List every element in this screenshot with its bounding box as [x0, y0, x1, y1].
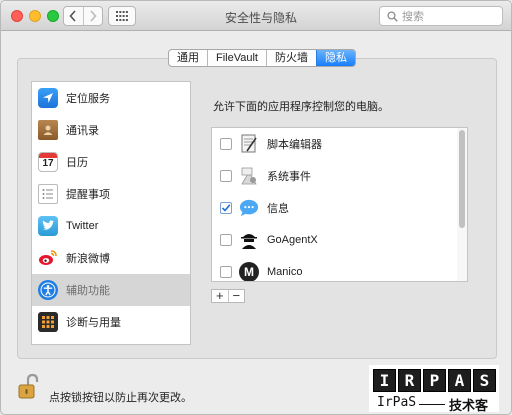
manico-icon-glyph: M: [239, 262, 259, 281]
search-icon: [387, 11, 398, 22]
chevron-right-icon: [90, 10, 97, 22]
app-checkbox[interactable]: [220, 138, 232, 150]
reminders-icon: [38, 184, 58, 204]
checkmark-icon: [221, 204, 231, 212]
sidebar-item-label: 日历: [66, 157, 88, 169]
watermark-letter: I: [373, 369, 396, 392]
privacy-category-list: 定位服务 通讯录 17 日历 提醒事项 Twitter 新浪微博 辅助功能 诊断…: [31, 81, 191, 345]
watermark-logo: I R P A S IrPaS 技术客: [369, 365, 499, 413]
accessibility-icon: [38, 280, 58, 300]
lock-button[interactable]: [16, 373, 42, 401]
sidebar-item-label: 诊断与用量: [66, 317, 121, 329]
scrollbar-thumb[interactable]: [459, 130, 465, 228]
padlock-icon: [18, 373, 39, 399]
calendar-icon-day: 17: [42, 158, 54, 169]
list-item: GoAgentX: [212, 224, 457, 256]
app-checkbox[interactable]: [220, 234, 232, 246]
list-item: 脚本编辑器: [212, 128, 457, 160]
list-item: M Manico: [212, 256, 457, 281]
app-checkbox[interactable]: [220, 170, 232, 182]
tab-filevault[interactable]: FileVault: [207, 50, 266, 66]
sidebar-item-diagnostics[interactable]: 诊断与用量: [32, 306, 190, 338]
watermark-letters: I R P A S: [373, 369, 496, 392]
close-button[interactable]: [11, 10, 23, 22]
system-events-icon: [239, 166, 259, 186]
calendar-icon: 17: [38, 152, 58, 172]
watermark-sub-left: IrPaS: [377, 395, 417, 410]
app-name: 系统事件: [267, 171, 311, 183]
goagentx-icon: [239, 230, 259, 250]
sidebar-item-label: 定位服务: [66, 93, 110, 105]
back-button[interactable]: [64, 7, 83, 25]
list-item: 信息: [212, 192, 457, 224]
script-editor-icon: [239, 134, 259, 154]
weibo-icon: [38, 248, 58, 268]
sidebar-item-label: Twitter: [66, 220, 99, 232]
sidebar-item-twitter[interactable]: Twitter: [32, 210, 190, 242]
sidebar-item-location[interactable]: 定位服务: [32, 82, 190, 114]
nav-buttons: [63, 6, 103, 26]
grid-icon: [116, 11, 128, 21]
watermark-divider: [419, 404, 445, 405]
app-list: 脚本编辑器 系统事件 信息 GoAgentX M Manico: [211, 127, 468, 282]
watermark-sub-right: 技术客: [449, 398, 489, 413]
zoom-button[interactable]: [47, 10, 59, 22]
contacts-icon: [38, 120, 58, 140]
sidebar-item-calendar[interactable]: 17 日历: [32, 146, 190, 178]
sidebar-item-label: 辅助功能: [66, 285, 110, 297]
app-checkbox-checked[interactable]: [220, 202, 232, 214]
forward-button[interactable]: [82, 7, 103, 25]
add-app-button[interactable]: +: [212, 289, 228, 302]
titlebar: 安全性与隐私 搜索: [1, 1, 511, 31]
sidebar-item-reminders[interactable]: 提醒事项: [32, 178, 190, 210]
watermark-letter: R: [398, 369, 421, 392]
manico-icon: M: [239, 262, 259, 281]
tab-general[interactable]: 通用: [169, 50, 207, 66]
sidebar-item-weibo[interactable]: 新浪微博: [32, 242, 190, 274]
show-all-button[interactable]: [108, 6, 136, 26]
tab-privacy[interactable]: 隐私: [315, 50, 355, 66]
scrollbar[interactable]: [457, 128, 467, 281]
watermark-letter: S: [473, 369, 496, 392]
app-checkbox[interactable]: [220, 266, 232, 278]
app-name: 信息: [267, 203, 289, 215]
sidebar-item-label: 通讯录: [66, 125, 99, 137]
sidebar-item-label: 新浪微博: [66, 253, 110, 265]
diagnostics-icon: [38, 312, 58, 332]
window-title: 安全性与隐私: [224, 11, 297, 25]
location-icon: [38, 88, 58, 108]
app-name: GoAgentX: [267, 234, 318, 246]
app-name: 脚本编辑器: [267, 139, 322, 151]
watermark-letter: P: [423, 369, 446, 392]
lock-hint: 点按锁按钮以防止再次更改。: [49, 392, 192, 404]
search-placeholder: 搜索: [402, 11, 424, 23]
list-item: 系统事件: [212, 160, 457, 192]
add-remove-control: + −: [211, 289, 245, 303]
sidebar-item-contacts[interactable]: 通讯录: [32, 114, 190, 146]
tab-firewall[interactable]: 防火墙: [265, 50, 316, 66]
sidebar-item-accessibility[interactable]: 辅助功能: [32, 274, 190, 306]
app-name: Manico: [267, 266, 303, 278]
preferences-window: 安全性与隐私 搜索 通用 FileVault 防火墙 隐私 定位服务 通讯录 1…: [0, 0, 512, 415]
messages-icon: [239, 198, 259, 218]
twitter-icon: [38, 216, 58, 236]
search-field[interactable]: 搜索: [379, 6, 503, 26]
sidebar-item-label: 提醒事项: [66, 189, 110, 201]
watermark-letter: A: [448, 369, 471, 392]
minimize-button[interactable]: [29, 10, 41, 22]
remove-app-button[interactable]: −: [227, 289, 245, 302]
tab-bar: 通用 FileVault 防火墙 隐私: [168, 49, 356, 67]
chevron-left-icon: [69, 10, 76, 22]
apps-heading: 允许下面的应用程序控制您的电脑。: [213, 101, 389, 113]
